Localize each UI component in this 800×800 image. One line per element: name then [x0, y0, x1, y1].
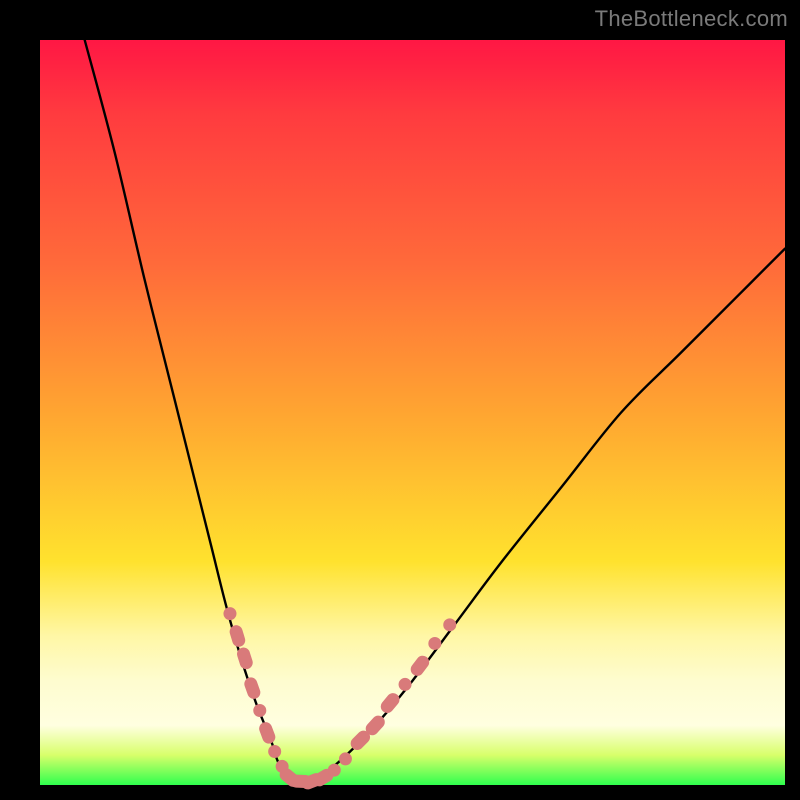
- marker-dots-group: [223, 607, 456, 791]
- marker-pill: [408, 653, 432, 678]
- marker-pill: [378, 690, 402, 715]
- bottleneck-curve: [85, 40, 785, 781]
- marker-dot: [428, 637, 441, 650]
- marker-dot: [223, 607, 236, 620]
- marker-pill: [257, 720, 277, 745]
- marker-dot: [399, 678, 412, 691]
- marker-dot: [328, 764, 341, 777]
- curve-svg: [40, 40, 785, 785]
- watermark-text: TheBottleneck.com: [595, 6, 788, 32]
- marker-dot: [268, 745, 281, 758]
- marker-dot: [443, 618, 456, 631]
- marker-pill: [243, 676, 263, 701]
- marker-dot: [253, 704, 266, 717]
- chart-frame: TheBottleneck.com: [0, 0, 800, 800]
- marker-dot: [339, 752, 352, 765]
- plot-area: [40, 40, 785, 785]
